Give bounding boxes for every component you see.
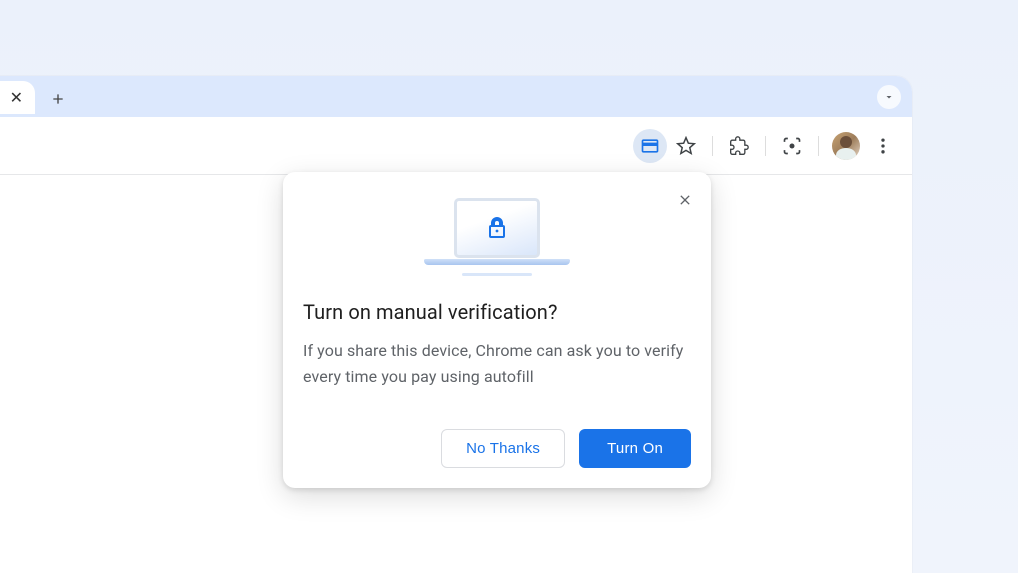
no-thanks-button[interactable]: No Thanks <box>441 429 565 468</box>
dialog-body: If you share this device, Chrome can ask… <box>303 338 691 389</box>
extensions-button[interactable] <box>722 129 756 163</box>
plus-icon <box>50 91 66 107</box>
menu-button[interactable] <box>866 129 900 163</box>
toolbar-divider <box>765 136 766 156</box>
close-icon[interactable]: ✕ <box>10 90 23 106</box>
verification-dialog: Turn on manual verification? If you shar… <box>283 172 711 488</box>
tab-search-button[interactable] <box>877 85 901 109</box>
lens-icon <box>782 136 802 156</box>
toolbar-divider <box>818 136 819 156</box>
credit-card-icon <box>640 136 660 156</box>
dialog-close-button[interactable] <box>671 186 699 214</box>
toolbar <box>0 117 912 175</box>
dialog-actions: No Thanks Turn On <box>303 429 691 468</box>
tab-strip: ✕ <box>0 76 912 117</box>
payment-card-button[interactable] <box>633 129 667 163</box>
new-tab-button[interactable] <box>46 87 70 111</box>
lock-icon <box>485 213 509 243</box>
puzzle-icon <box>729 136 749 156</box>
lens-button[interactable] <box>775 129 809 163</box>
star-icon <box>676 136 696 156</box>
more-vert-icon <box>873 136 893 156</box>
browser-tab[interactable]: ✕ <box>0 81 35 114</box>
chevron-down-icon <box>883 91 895 103</box>
bookmark-button[interactable] <box>669 129 703 163</box>
dialog-title: Turn on manual verification? <box>303 300 691 324</box>
toolbar-divider <box>712 136 713 156</box>
dialog-illustration <box>303 198 691 276</box>
profile-avatar[interactable] <box>832 132 860 160</box>
turn-on-button[interactable]: Turn On <box>579 429 691 468</box>
close-icon <box>677 192 693 208</box>
